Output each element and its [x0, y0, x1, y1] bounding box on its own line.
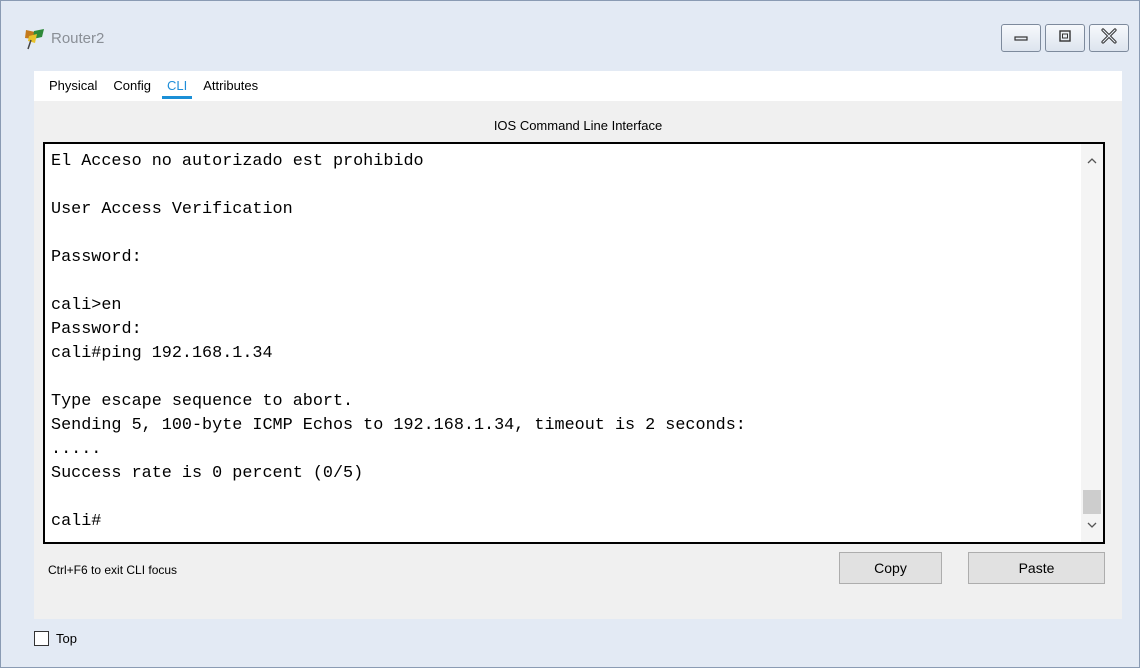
- top-checkbox-label: Top: [56, 631, 77, 646]
- router-app-icon: [23, 27, 47, 51]
- tab-cli[interactable]: CLI: [159, 71, 195, 101]
- scroll-thumb[interactable]: [1083, 490, 1101, 514]
- tab-physical[interactable]: Physical: [34, 71, 105, 101]
- router-window: Router2 Physical Config CLI Attributes I…: [0, 0, 1140, 668]
- close-icon: [1100, 27, 1118, 49]
- top-checkbox[interactable]: [34, 631, 49, 646]
- scroll-down-icon[interactable]: [1087, 516, 1097, 534]
- device-content: Physical Config CLI Attributes IOS Comma…: [34, 71, 1122, 619]
- cli-terminal[interactable]: El Acceso no autorizado est prohibido Us…: [43, 142, 1105, 544]
- scroll-up-icon[interactable]: [1087, 152, 1097, 170]
- window-title: Router2: [51, 30, 105, 47]
- paste-button[interactable]: Paste: [968, 552, 1105, 584]
- tab-config[interactable]: Config: [105, 71, 159, 101]
- maximize-button[interactable]: [1045, 24, 1085, 52]
- window-controls: [1001, 24, 1129, 52]
- tab-attributes[interactable]: Attributes: [195, 71, 266, 101]
- tab-bar: Physical Config CLI Attributes: [34, 71, 354, 101]
- copy-button[interactable]: Copy: [839, 552, 942, 584]
- minimize-icon: [1013, 29, 1029, 47]
- panel-title: IOS Command Line Interface: [493, 118, 663, 133]
- console-output[interactable]: El Acceso no autorizado est prohibido Us…: [51, 150, 1081, 538]
- maximize-icon: [1057, 29, 1073, 48]
- close-button[interactable]: [1089, 24, 1129, 52]
- cli-panel: IOS Command Line Interface El Acceso no …: [34, 101, 1122, 619]
- cli-focus-hint: Ctrl+F6 to exit CLI focus: [48, 563, 178, 577]
- title-bar[interactable]: Router2: [1, 1, 1139, 63]
- terminal-scrollbar[interactable]: [1081, 144, 1103, 542]
- minimize-button[interactable]: [1001, 24, 1041, 52]
